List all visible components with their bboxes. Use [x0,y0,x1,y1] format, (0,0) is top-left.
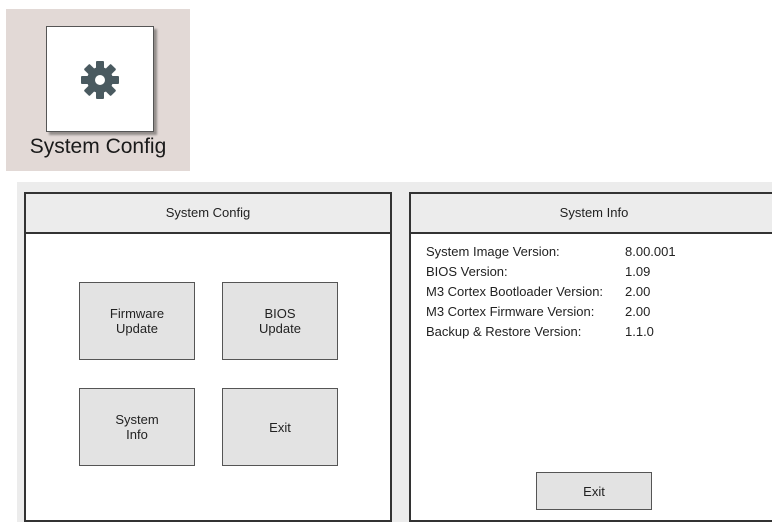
version-key: BIOS Version: [426,264,508,279]
launcher-label: System Config [29,135,167,158]
dialog-title: System Config [26,194,390,234]
version-row: BIOS Version: 1.09 [426,262,705,282]
system-config-tile[interactable] [46,26,154,132]
version-value: 2.00 [625,304,651,319]
bios-update-button[interactable]: BIOS Update [222,282,338,360]
exit-button[interactable]: Exit [222,388,338,466]
version-key: M3 Cortex Firmware Version: [426,304,595,319]
exit-button[interactable]: Exit [536,472,652,510]
version-key: System Image Version: [426,244,560,259]
firmware-update-button[interactable]: Firmware Update [79,282,195,360]
system-info-dialog: System Info System Image Version: 8.00.0… [409,192,772,522]
version-value: 2.00 [625,284,651,299]
version-key: Backup & Restore Version: [426,324,582,339]
system-config-dialog: System Config Firmware Update BIOS Updat… [24,192,392,522]
version-value: 1.1.0 [625,324,654,339]
system-info-button[interactable]: System Info [79,388,195,466]
version-row: System Image Version: 8.00.001 [426,242,705,262]
version-row: M3 Cortex Firmware Version: 2.00 [426,302,705,322]
version-key: M3 Cortex Bootloader Version: [426,284,604,299]
version-value: 1.09 [625,264,651,279]
version-row: Backup & Restore Version: 1.1.0 [426,322,705,342]
version-row: M3 Cortex Bootloader Version: 2.00 [426,282,705,302]
version-value: 8.00.001 [625,244,676,259]
gear-icon [81,61,119,99]
system-config-launcher[interactable]: System Config [6,9,190,171]
version-list: System Image Version: 8.00.001 BIOS Vers… [426,242,705,342]
dialog-title: System Info [411,194,772,234]
